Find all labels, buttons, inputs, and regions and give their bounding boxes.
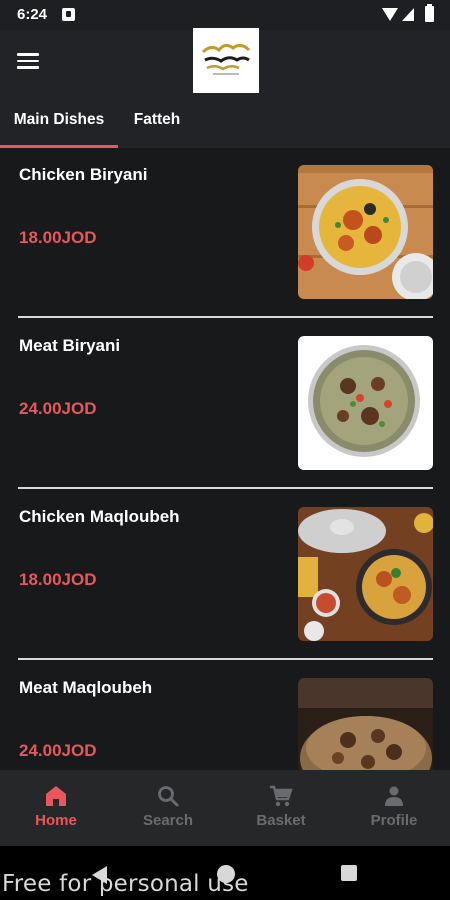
watermark-text: Free for personal use [2, 871, 249, 897]
recent-apps-icon[interactable] [341, 865, 357, 881]
product-list[interactable]: Chicken Biryani 18.00JOD Meat Biryani 24… [0, 148, 450, 770]
bottom-navigation: Home Search Basket Profile [0, 770, 450, 846]
wifi-icon [382, 8, 398, 21]
meat-maqloubeh-photo [298, 678, 433, 770]
category-tabs: Main Dishes Fatteh [0, 100, 450, 147]
item-price: 18.00JOD [19, 570, 97, 589]
nav-search-label: Search [142, 812, 194, 829]
app-screen: 6:24 Main Dishes Fatteh Chicken Biryani … [0, 0, 450, 900]
home-icon [46, 786, 66, 806]
nav-profile-label: Profile [370, 812, 418, 829]
tab-main-dishes[interactable]: Main Dishes [0, 100, 118, 147]
list-item[interactable]: Chicken Biryani 18.00JOD [0, 148, 450, 318]
cart-icon [270, 785, 293, 807]
list-item[interactable]: Chicken Maqloubeh 18.00JOD [0, 490, 450, 660]
nav-profile[interactable]: Profile [338, 770, 450, 846]
notification-icon [62, 8, 75, 21]
restaurant-logo [193, 28, 259, 93]
nav-search[interactable]: Search [112, 770, 224, 846]
meat-biryani-photo [298, 336, 433, 470]
signal-icon [402, 8, 414, 21]
status-bar: 6:24 [0, 0, 450, 30]
chicken-maqloubeh-photo [298, 507, 433, 641]
nav-home[interactable]: Home [0, 770, 112, 846]
item-name: Chicken Maqloubeh [19, 507, 180, 526]
item-name: Meat Biryani [19, 336, 121, 355]
tab-fatteh[interactable]: Fatteh [118, 100, 196, 147]
menu-icon[interactable] [17, 53, 39, 69]
list-item[interactable]: Meat Biryani 24.00JOD [0, 319, 450, 489]
item-price: 24.00JOD [19, 399, 97, 418]
battery-icon [425, 4, 434, 22]
divider [18, 658, 433, 660]
nav-basket[interactable]: Basket [225, 770, 337, 846]
nav-home-label: Home [35, 812, 77, 829]
search-icon [158, 786, 179, 807]
chicken-biryani-photo [298, 165, 433, 299]
status-time: 6:24 [17, 6, 48, 23]
divider [18, 487, 433, 489]
divider [18, 316, 433, 318]
nav-basket-label: Basket [256, 812, 306, 829]
person-icon [385, 786, 403, 806]
item-price: 18.00JOD [19, 228, 97, 247]
item-price: 24.00JOD [19, 741, 97, 760]
item-name: Chicken Biryani [19, 165, 148, 184]
item-name: Meat Maqloubeh [19, 678, 153, 697]
list-item[interactable]: Meat Maqloubeh 24.00JOD [0, 661, 450, 770]
